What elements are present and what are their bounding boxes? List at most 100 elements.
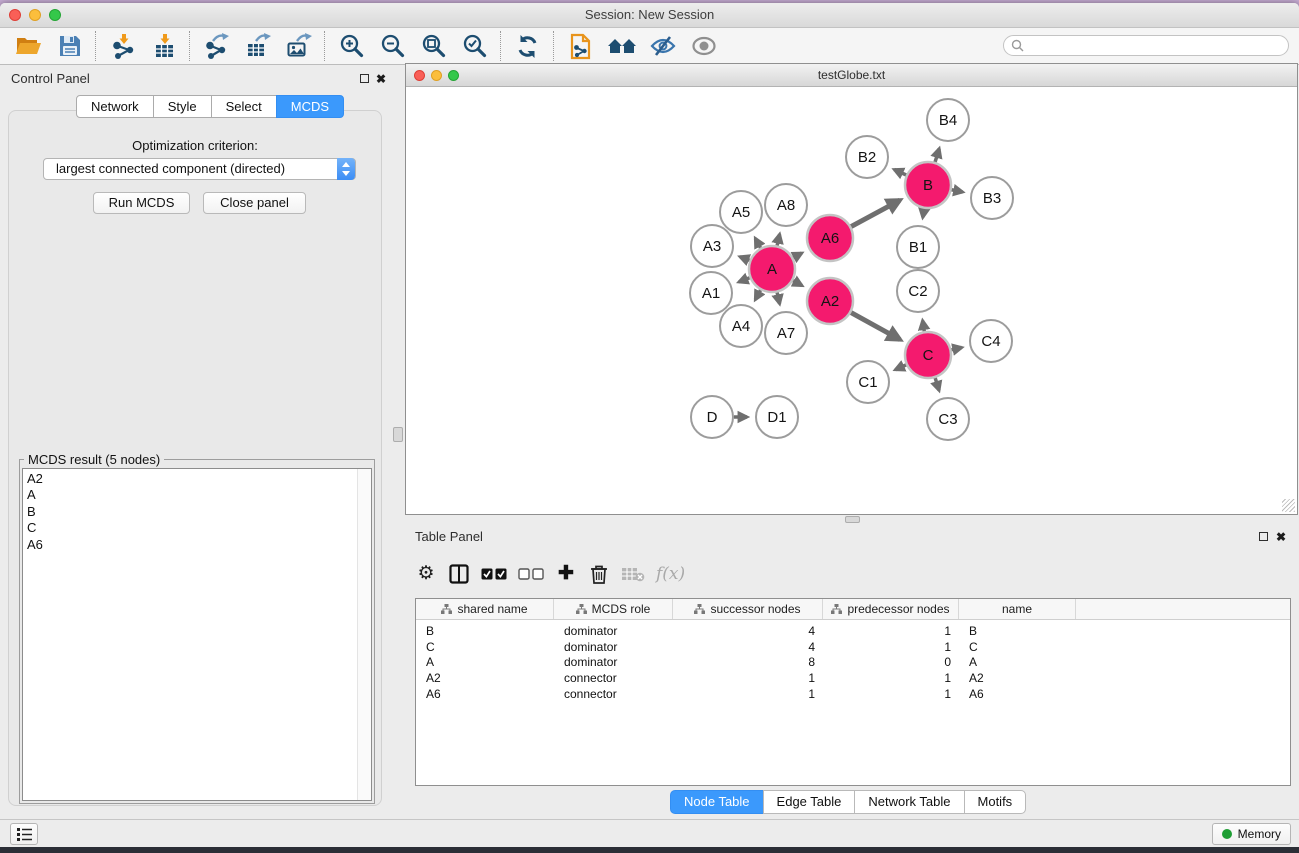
control-panel-close-icon[interactable]: ✖ (376, 73, 386, 85)
graph-node-A[interactable]: A (749, 246, 795, 292)
result-scrollbar[interactable] (357, 469, 371, 800)
delete-column-icon[interactable] (588, 561, 610, 587)
graph-node-B2[interactable]: B2 (846, 136, 888, 178)
tab-motifs[interactable]: Motifs (964, 790, 1027, 814)
zoom-fit-content-icon[interactable] (413, 30, 454, 62)
mcds-result-item[interactable]: A2 (27, 471, 371, 487)
cell-mcds-role[interactable]: connector (554, 671, 673, 685)
graph-edge-B-B1[interactable] (923, 209, 924, 218)
app-titlebar[interactable]: Session: New Session (0, 3, 1299, 28)
graph-node-A1[interactable]: A1 (690, 272, 732, 314)
network-window-titlebar[interactable]: testGlobe.txt (406, 64, 1297, 87)
mcds-result-item[interactable]: C (27, 520, 371, 536)
graph-node-B4[interactable]: B4 (927, 99, 969, 141)
graph-edge-A-A8[interactable] (777, 234, 779, 245)
zoom-selected-icon[interactable] (454, 30, 495, 62)
network-canvas[interactable]: B4B2BB3A5A8A6A3B1AA1C2A2A4A7CC4C1C3DD1 (406, 87, 1297, 514)
open-file-icon[interactable] (8, 30, 49, 62)
tab-mcds[interactable]: MCDS (276, 95, 344, 118)
cell-name[interactable]: A2 (959, 671, 1076, 685)
graph-edge-C-C4[interactable] (951, 348, 961, 350)
graph-edge-C-C1[interactable] (895, 365, 906, 370)
graph-node-A8[interactable]: A8 (765, 184, 807, 226)
column-header-name[interactable]: name (959, 599, 1076, 619)
cell-name[interactable]: A6 (959, 687, 1076, 701)
cell-predecessor-nodes[interactable]: 1 (823, 624, 959, 638)
tab-network-table[interactable]: Network Table (854, 790, 964, 814)
horizontal-split-handle[interactable] (845, 516, 860, 523)
control-panel-float-icon[interactable] (360, 74, 369, 83)
select-all-columns-icon[interactable] (481, 561, 507, 587)
search-input[interactable] (1024, 38, 1288, 54)
cell-mcds-role[interactable]: dominator (554, 640, 673, 654)
cell-predecessor-nodes[interactable]: 0 (823, 655, 959, 669)
graph-node-B3[interactable]: B3 (971, 177, 1013, 219)
table-row[interactable]: Bdominator41B (416, 623, 1290, 639)
column-header-successor-nodes[interactable]: successor nodes (673, 599, 823, 619)
graph-edge-B-B3[interactable] (952, 190, 963, 192)
cell-successor-nodes[interactable]: 8 (673, 655, 823, 669)
deselect-all-columns-icon[interactable] (518, 561, 544, 587)
graph-edge-B-B4[interactable] (935, 149, 939, 162)
cell-successor-nodes[interactable]: 4 (673, 624, 823, 638)
mcds-result-item[interactable]: A6 (27, 537, 371, 553)
task-history-button[interactable] (10, 823, 38, 845)
cell-shared-name[interactable]: A2 (416, 671, 554, 685)
column-header-predecessor-nodes[interactable]: predecessor nodes (823, 599, 959, 619)
add-column-icon[interactable]: ✚ (555, 561, 577, 587)
cell-successor-nodes[interactable]: 1 (673, 671, 823, 685)
memory-button[interactable]: Memory (1212, 823, 1291, 845)
refresh-icon[interactable] (507, 30, 548, 62)
new-network-from-selection-icon[interactable] (560, 30, 601, 62)
cell-successor-nodes[interactable]: 4 (673, 640, 823, 654)
save-icon[interactable] (49, 30, 90, 62)
graph-node-D1[interactable]: D1 (756, 396, 798, 438)
cell-shared-name[interactable]: B (416, 624, 554, 638)
graph-node-C[interactable]: C (905, 332, 951, 378)
zoom-out-icon[interactable] (372, 30, 413, 62)
graph-edge-A-A6[interactable] (793, 253, 802, 258)
graph-edge-B-B2[interactable] (894, 170, 906, 175)
graph-node-C2[interactable]: C2 (897, 270, 939, 312)
graph-edge-A-A7[interactable] (777, 292, 779, 303)
run-mcds-button[interactable]: Run MCDS (93, 192, 190, 214)
table-panel-float-icon[interactable] (1259, 532, 1268, 541)
graph-edge-C-C2[interactable] (923, 321, 925, 332)
graph-edge-A-A5[interactable] (755, 238, 760, 248)
graph-edge-A-A2[interactable] (793, 281, 802, 286)
mcds-result-item[interactable]: B (27, 504, 371, 520)
function-builder-icon[interactable]: f(x) (656, 561, 685, 587)
graph-node-A3[interactable]: A3 (691, 225, 733, 267)
search-box[interactable] (1003, 35, 1289, 56)
cell-mcds-role[interactable]: connector (554, 687, 673, 701)
criterion-select[interactable]: largest connected component (directed) (43, 158, 356, 180)
graph-node-D[interactable]: D (691, 396, 733, 438)
cell-shared-name[interactable]: C (416, 640, 554, 654)
tab-node-table[interactable]: Node Table (670, 790, 764, 814)
resize-grip-icon[interactable] (1282, 499, 1295, 512)
graph-edge-A-A1[interactable] (739, 278, 750, 282)
maximize-window-button[interactable] (49, 9, 61, 21)
graph-node-A2[interactable]: A2 (807, 278, 853, 324)
tab-select[interactable]: Select (211, 95, 277, 118)
table-row[interactable]: Cdominator41C (416, 639, 1290, 655)
mcds-result-item[interactable]: A (27, 487, 371, 503)
cell-name[interactable]: B (959, 624, 1076, 638)
network-minimize-button[interactable] (431, 70, 442, 81)
graph-node-A4[interactable]: A4 (720, 305, 762, 347)
show-graphics-details-icon[interactable] (683, 30, 724, 62)
hide-graphics-details-icon[interactable] (642, 30, 683, 62)
cell-shared-name[interactable]: A (416, 655, 554, 669)
table-row[interactable]: Adominator80A (416, 654, 1290, 670)
close-window-button[interactable] (9, 9, 21, 21)
column-header-shared-name[interactable]: shared name (416, 599, 554, 619)
tab-network[interactable]: Network (76, 95, 154, 118)
graph-node-C1[interactable]: C1 (847, 361, 889, 403)
graph-node-A5[interactable]: A5 (720, 191, 762, 233)
import-network-icon[interactable] (102, 30, 143, 62)
graph-node-C3[interactable]: C3 (927, 398, 969, 440)
cell-shared-name[interactable]: A6 (416, 687, 554, 701)
cell-predecessor-nodes[interactable]: 1 (823, 640, 959, 654)
graph-node-A6[interactable]: A6 (807, 215, 853, 261)
cell-mcds-role[interactable]: dominator (554, 655, 673, 669)
